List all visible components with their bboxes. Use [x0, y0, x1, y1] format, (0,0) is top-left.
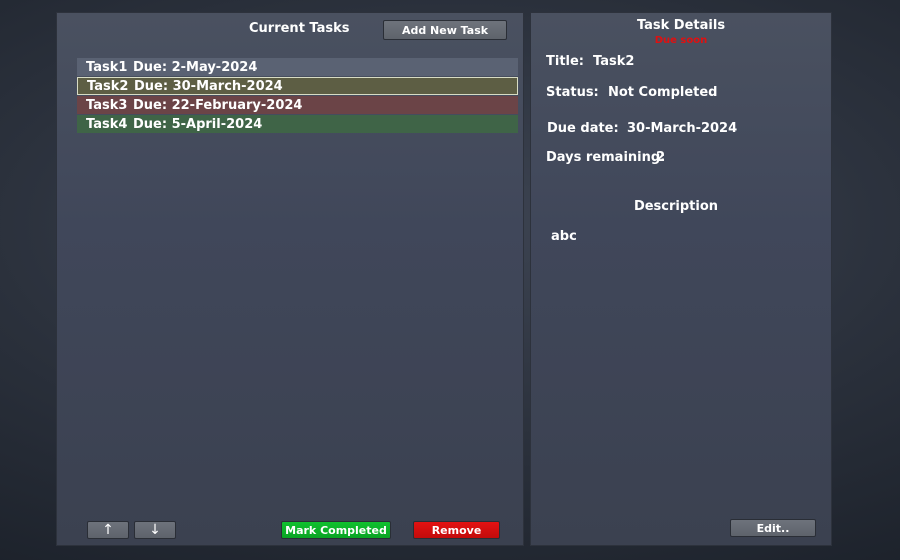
task-row-task1[interactable]: Task1 Due: 2-May-2024	[77, 58, 518, 76]
task-details-title: Task Details	[636, 18, 726, 33]
title-value: Task2	[593, 54, 635, 69]
detail-status-row: Status: Not Completed	[546, 85, 717, 100]
description-heading: Description	[633, 199, 719, 214]
task-due: Due: 30-March-2024	[134, 78, 283, 94]
task-name: Task2	[87, 78, 129, 94]
due-date-value: 30-March-2024	[627, 121, 738, 136]
task-details-panel: Task Details Due soon Title: Task2 Statu…	[530, 12, 832, 546]
current-tasks-panel: Current Tasks Add New Task Task1 Due: 2-…	[56, 12, 524, 546]
days-remaining-value: 2	[656, 150, 666, 165]
edit-button[interactable]: Edit..	[730, 519, 816, 537]
task-list: Task1 Due: 2-May-2024 Task2 Due: 30-Marc…	[77, 58, 518, 134]
task-row-task4[interactable]: Task4 Due: 5-April-2024	[77, 115, 518, 133]
remove-button[interactable]: Remove	[413, 521, 500, 539]
task-name: Task3	[86, 97, 128, 113]
description-text: abc	[551, 229, 577, 244]
task-row-task3[interactable]: Task3 Due: 22-February-2024	[77, 96, 518, 114]
due-date-label: Due date:	[547, 121, 619, 136]
arrow-down-icon: ↓	[149, 522, 161, 538]
status-value: Not Completed	[608, 85, 718, 100]
task-row-task2[interactable]: Task2 Due: 30-March-2024	[77, 77, 518, 95]
detail-due-date-row: Due date: 30-March-2024	[547, 121, 737, 136]
detail-title-row: Title: Task2	[546, 54, 634, 69]
task-name: Task1	[86, 59, 128, 75]
move-down-button[interactable]: ↓	[134, 521, 176, 539]
move-up-button[interactable]: ↑	[87, 521, 129, 539]
task-due: Due: 5-April-2024	[133, 116, 263, 132]
detail-days-remaining-row: Days remaining: 2	[546, 150, 665, 165]
days-remaining-label: Days remaining:	[546, 150, 666, 165]
task-due: Due: 2-May-2024	[133, 59, 258, 75]
mark-completed-button[interactable]: Mark Completed	[281, 521, 391, 539]
task-name: Task4	[86, 116, 128, 132]
due-soon-badge: Due soon	[654, 35, 708, 46]
arrow-up-icon: ↑	[102, 522, 114, 538]
title-label: Title:	[546, 54, 585, 69]
current-tasks-title: Current Tasks	[249, 21, 350, 36]
add-new-task-button[interactable]: Add New Task	[383, 20, 507, 40]
task-due: Due: 22-February-2024	[133, 97, 303, 113]
status-label: Status:	[546, 85, 599, 100]
